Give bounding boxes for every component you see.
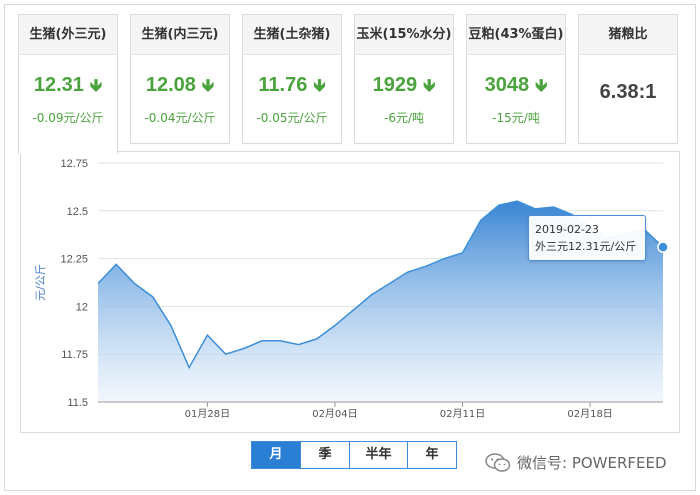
card-change: -0.04元/公斤 [144,111,216,125]
down-arrow-icon: 🡻 [535,76,548,95]
card-title: 生猪(内三元) [131,15,229,55]
range-quarter-button[interactable]: 季 [300,441,350,469]
range-month-button[interactable]: 月 [251,441,301,469]
card-change: -0.05元/公斤 [256,111,328,125]
card-corn[interactable]: 玉米(15%水分) 1929 🡻 -6元/吨 [354,14,454,144]
y-tick-label: 11.5 [67,397,88,409]
card-title: 豆粕(43%蛋白) [467,15,565,55]
wechat-icon [485,452,511,472]
price-cards: 生猪(外三元) 12.31 🡻 -0.09元/公斤 生猪(内三元) 12.08 🡻 … [18,14,680,154]
range-halfyear-button[interactable]: 半年 [349,441,408,469]
x-tick-label: 01月28日 [185,408,230,420]
down-arrow-icon: 🡻 [201,76,215,95]
card-price: 6.38:1 [599,81,657,103]
card-change: -15元/吨 [492,111,540,125]
chart-tooltip: 2019-02-23 外三元12.31元/公斤 [528,215,646,261]
card-pig-grain-ratio[interactable]: 猪粮比 6.38:1 [578,14,678,144]
down-arrow-icon: 🡻 [313,76,326,95]
price-chart[interactable]: 11.5 11.75 12 12.25 12.5 12.75 01月28日 02月04日 02月… [20,151,680,433]
card-price: 3048 🡻 [467,73,565,102]
card-title: 生猪(土杂猪) [243,15,341,55]
y-tick-label: 12.25 [60,254,88,266]
y-tick-label: 12.5 [67,206,88,218]
x-tick-label: 02月18日 [567,408,612,420]
card-change: -0.09元/公斤 [32,111,104,125]
down-arrow-icon: 🡻 [423,76,436,95]
card-price: 11.76 🡻 [243,73,341,102]
card-price: 12.08 🡻 [131,73,229,102]
y-axis-label: 元/公斤 [34,264,47,301]
watermark: 微信号: POWERFEED [485,452,667,473]
card-pig-waisanyuan[interactable]: 生猪(外三元) 12.31 🡻 -0.09元/公斤 [18,14,118,154]
card-change: -6元/吨 [383,111,424,125]
x-tick-label: 02月04日 [312,408,357,420]
y-tick-label: 12 [76,301,88,313]
y-tick-label: 12.75 [60,158,88,170]
range-year-button[interactable]: 年 [407,441,457,469]
tooltip-value: 外三元12.31元/公斤 [535,240,637,253]
watermark-text: 微信号: POWERFEED [517,454,667,472]
card-title: 生猪(外三元) [19,15,117,55]
highlight-point [657,241,669,253]
card-price: 12.31 🡻 [19,73,117,102]
card-price: 1929 🡻 [355,73,453,102]
card-pig-tuzazhu[interactable]: 生猪(土杂猪) 11.76 🡻 -0.05元/公斤 [242,14,342,144]
y-tick-label: 11.75 [61,349,88,361]
down-arrow-icon: 🡻 [89,76,103,95]
x-tick-label: 02月11日 [440,408,485,420]
card-pig-neisanyuan[interactable]: 生猪(内三元) 12.08 🡻 -0.04元/公斤 [130,14,230,144]
tooltip-date: 2019-02-23 [535,223,599,236]
card-title: 猪粮比 [579,15,677,55]
card-soymeal[interactable]: 豆粕(43%蛋白) 3048 🡻 -15元/吨 [466,14,566,144]
range-selector: 月 季 半年 年 [251,441,457,469]
card-title: 玉米(15%水分) [355,15,453,55]
